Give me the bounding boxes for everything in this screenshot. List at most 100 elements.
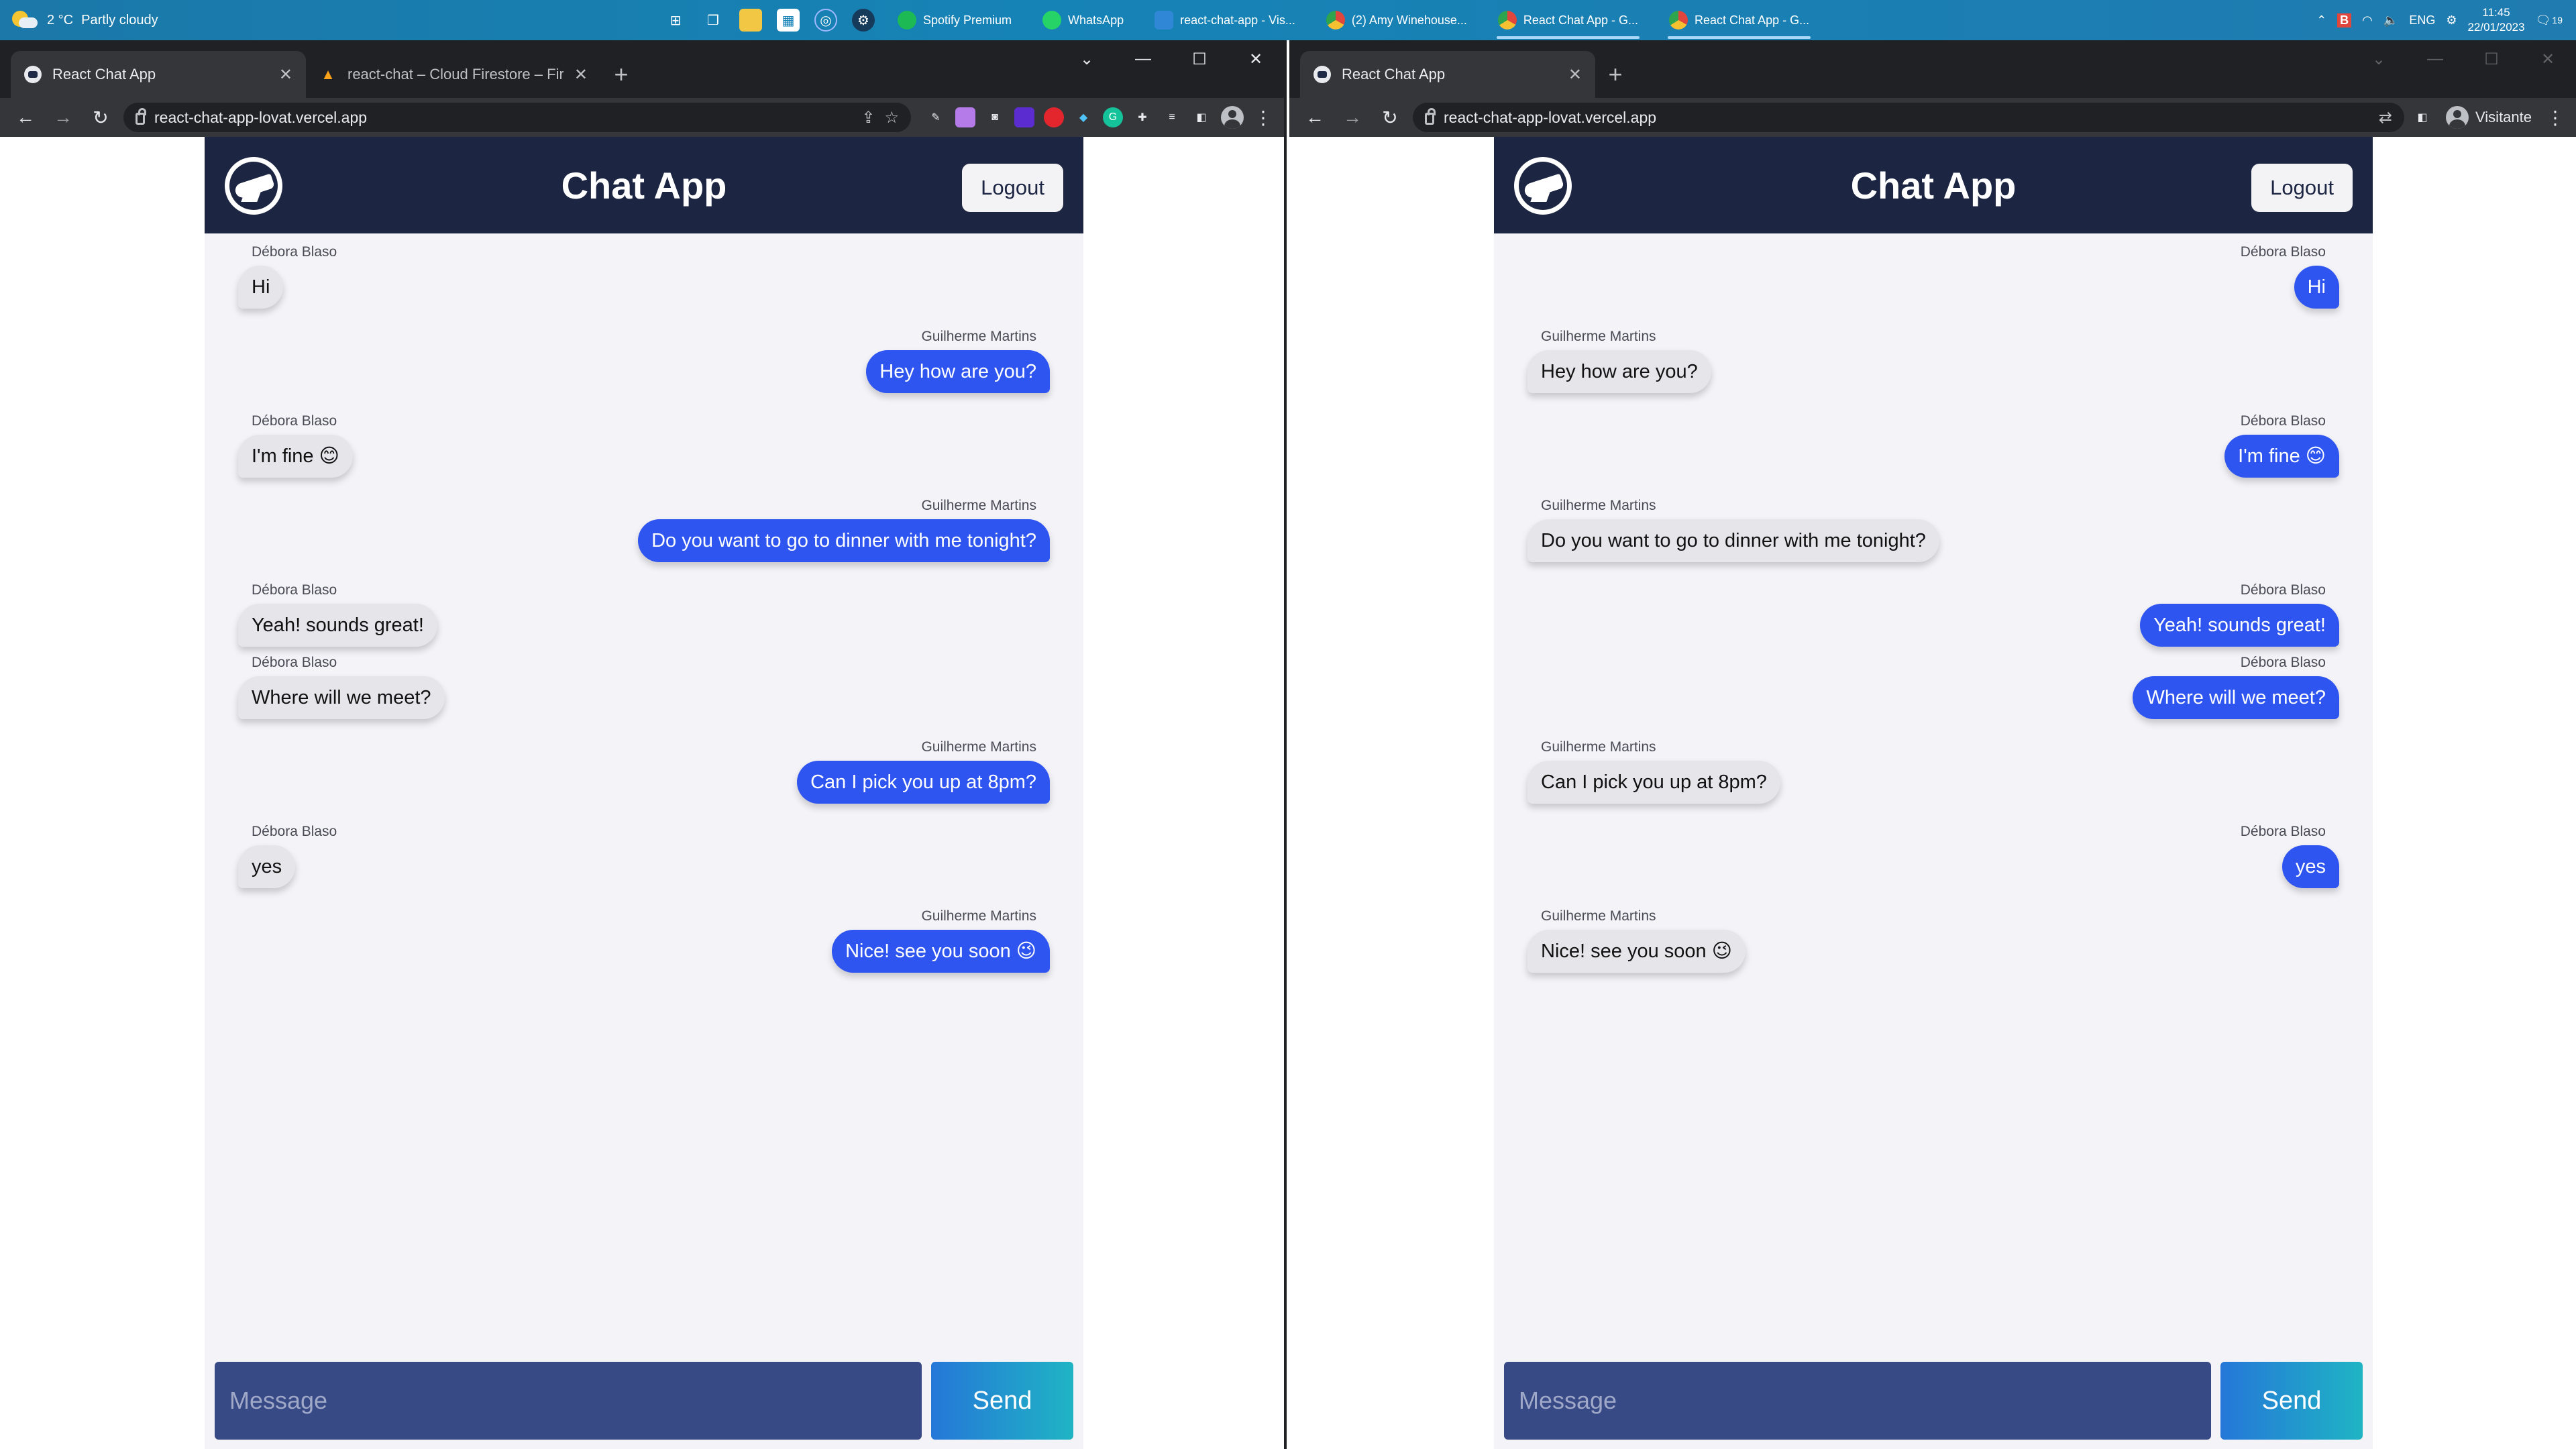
message: Débora Blaso I'm fine 😊	[1527, 413, 2339, 478]
side-panel-icon[interactable]: ◧	[2412, 107, 2432, 127]
message-author: Débora Blaso	[2240, 655, 2326, 670]
app-logo-icon	[225, 157, 282, 215]
send-button[interactable]: Send	[2220, 1362, 2363, 1440]
side-panel-icon[interactable]: ◧	[1191, 107, 1212, 127]
taskbar-app-whatsapp[interactable]: WhatsApp	[1034, 0, 1132, 40]
wifi-icon[interactable]: ◠	[2362, 13, 2373, 28]
extension-icon[interactable]	[1014, 107, 1034, 127]
back-icon[interactable]: ←	[1300, 103, 1330, 132]
tab-react-chat-app[interactable]: React Chat App ✕	[1300, 51, 1595, 98]
message-author: Débora Blaso	[252, 824, 337, 839]
tab-firestore[interactable]: ▲ react-chat – Cloud Firestore – Fir ✕	[306, 51, 601, 98]
grammarly-icon[interactable]: G	[1103, 107, 1123, 127]
lock-icon[interactable]	[136, 108, 146, 125]
message-author: Débora Blaso	[2240, 824, 2326, 839]
browser-toolbar: ← → ↻ react-chat-app-lovat.vercel.app ⇄ …	[1289, 98, 2576, 137]
tab-strip: React Chat App ✕ + ⌄ — ☐ ✕	[1289, 40, 2576, 98]
language-indicator[interactable]: ENG	[2409, 13, 2435, 28]
menu-icon[interactable]: ⋮	[1253, 107, 1273, 129]
start-icon[interactable]: ⊞	[664, 9, 687, 32]
close-window-icon[interactable]: ✕	[1228, 40, 1284, 78]
message-list: Débora Blaso Hi Guilherme Martins Hey ho…	[1494, 233, 2373, 973]
app-icon[interactable]: ◎	[814, 9, 837, 32]
message-bubble: Where will we meet?	[2133, 676, 2339, 719]
reload-icon[interactable]: ↻	[86, 103, 115, 132]
translate-icon[interactable]: ⇄	[2379, 108, 2392, 127]
maximize-icon[interactable]: ☐	[2463, 40, 2520, 78]
taskbar-app-chrome-1[interactable]: (2) Amy Winehouse...	[1318, 0, 1475, 40]
weather-widget[interactable]: 2 °C Partly cloudy	[0, 11, 282, 30]
message-author: Guilherme Martins	[921, 329, 1036, 344]
reload-icon[interactable]: ↻	[1375, 103, 1405, 132]
message-input[interactable]	[1504, 1362, 2211, 1440]
message-bubble: Do you want to go to dinner with me toni…	[638, 519, 1050, 562]
logout-button[interactable]: Logout	[962, 164, 1063, 212]
notification-icon[interactable]: 🗨	[2536, 13, 2551, 28]
extension-icon[interactable]	[955, 107, 975, 127]
message-bubble: Do you want to go to dinner with me toni…	[1527, 519, 1939, 562]
message-author: Guilherme Martins	[1541, 908, 1656, 924]
tab-search-icon[interactable]: ⌄	[1059, 40, 1115, 78]
address-bar[interactable]: react-chat-app-lovat.vercel.app ⇪ ☆	[123, 103, 911, 132]
minimize-icon[interactable]: —	[1115, 40, 1171, 78]
message: Guilherme Martins Do you want to go to d…	[238, 498, 1050, 562]
close-tab-icon[interactable]: ✕	[574, 65, 588, 85]
extensions-puzzle-icon[interactable]: ✚	[1132, 107, 1152, 127]
lock-icon[interactable]	[1425, 108, 1436, 125]
browser-window-left: React Chat App ✕ ▲ react-chat – Cloud Fi…	[0, 40, 1287, 1449]
profile-avatar[interactable]	[1221, 106, 1244, 129]
back-icon[interactable]: ←	[11, 103, 40, 132]
tab-search-icon[interactable]: ⌄	[2351, 40, 2407, 78]
chevron-up-icon[interactable]: ⌃	[2316, 13, 2326, 28]
message-bubble: I'm fine 😊	[238, 435, 353, 478]
extension-icon[interactable]	[1044, 107, 1064, 127]
new-tab-button[interactable]: +	[1595, 51, 1635, 98]
message-author: Débora Blaso	[252, 244, 337, 260]
taskbar-app-label: WhatsApp	[1068, 13, 1124, 27]
message-author: Débora Blaso	[252, 582, 337, 598]
close-window-icon[interactable]: ✕	[2520, 40, 2576, 78]
taskbar-app-vscode[interactable]: react-chat-app - Vis...	[1146, 0, 1303, 40]
volume-icon[interactable]: 🔈	[2383, 13, 2398, 28]
taskbar-app-chrome-2[interactable]: React Chat App - G...	[1490, 0, 1646, 40]
maximize-icon[interactable]: ☐	[1171, 40, 1228, 78]
tray-app-icon[interactable]: B	[2337, 13, 2352, 28]
taskbar-app-spotify[interactable]: Spotify Premium	[890, 0, 1020, 40]
message-bubble: Hey how are you?	[1527, 350, 1711, 393]
spotify-icon	[898, 11, 916, 30]
reading-list-icon[interactable]: ≡	[1162, 107, 1182, 127]
camera-icon[interactable]: ◙	[985, 107, 1005, 127]
extension-icon[interactable]: ◆	[1073, 107, 1093, 127]
close-tab-icon[interactable]: ✕	[1568, 65, 1582, 85]
chrome-icon	[1497, 11, 1517, 30]
message-input[interactable]	[215, 1362, 922, 1440]
taskbar-app-chrome-3[interactable]: React Chat App - G...	[1661, 0, 1817, 40]
forward-icon[interactable]: →	[48, 103, 78, 132]
send-button[interactable]: Send	[931, 1362, 1073, 1440]
share-icon[interactable]: ⇪	[861, 108, 875, 127]
guest-profile-button[interactable]: Visitante	[2440, 106, 2537, 129]
minimize-icon[interactable]: —	[2407, 40, 2463, 78]
extension-icon[interactable]: ✎	[926, 107, 946, 127]
browser-toolbar: ← → ↻ react-chat-app-lovat.vercel.app ⇪ …	[0, 98, 1284, 137]
settings-icon[interactable]: ⚙	[2446, 13, 2457, 28]
tab-react-chat-app[interactable]: React Chat App ✕	[11, 51, 306, 98]
logout-button[interactable]: Logout	[2251, 164, 2353, 212]
close-tab-icon[interactable]: ✕	[279, 65, 292, 85]
forward-icon[interactable]: →	[1338, 103, 1367, 132]
app-title: Chat App	[561, 164, 727, 207]
menu-icon[interactable]: ⋮	[2545, 107, 2565, 129]
file-explorer-icon[interactable]	[739, 9, 762, 32]
address-url[interactable]: react-chat-app-lovat.vercel.app	[154, 109, 852, 127]
address-bar[interactable]: react-chat-app-lovat.vercel.app ⇄	[1413, 103, 2405, 132]
message: Guilherme Martins Can I pick you up at 8…	[1527, 739, 2339, 804]
steam-icon[interactable]: ⚙	[852, 9, 875, 32]
message-bubble: Can I pick you up at 8pm?	[797, 761, 1050, 804]
store-icon[interactable]: ▦	[777, 9, 800, 32]
window-controls: ⌄ — ☐ ✕	[2351, 40, 2576, 78]
clock[interactable]: 11:45 22/01/2023	[2467, 5, 2524, 35]
bookmark-star-icon[interactable]: ☆	[884, 108, 899, 127]
task-view-icon[interactable]: ❐	[702, 9, 724, 32]
address-url[interactable]: react-chat-app-lovat.vercel.app	[1444, 109, 2369, 127]
new-tab-button[interactable]: +	[601, 51, 641, 98]
